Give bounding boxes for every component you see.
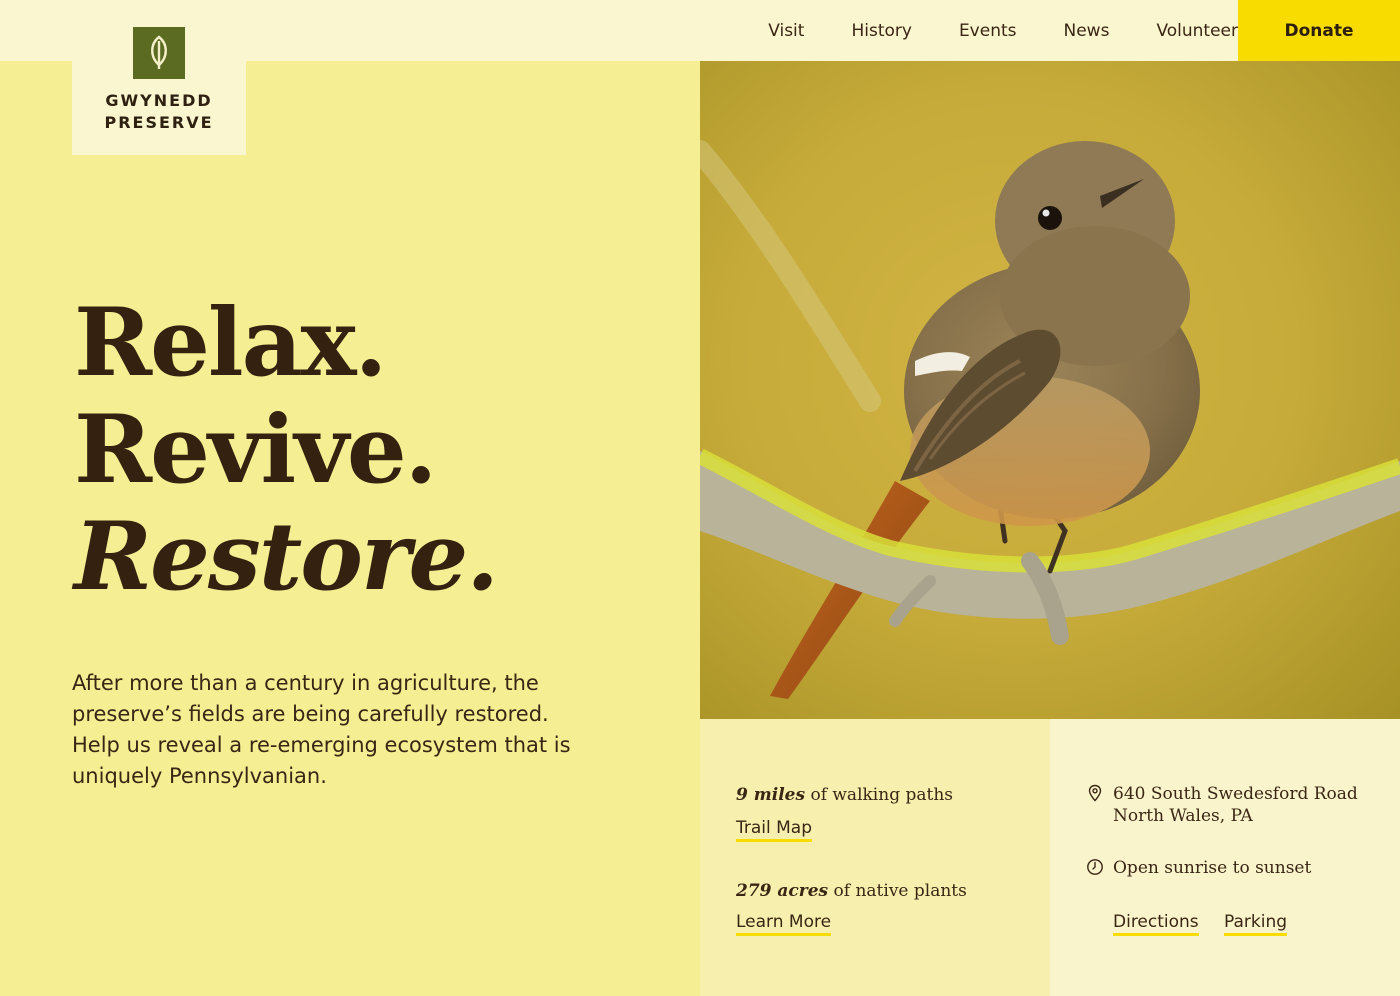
hero-intro-text: After more than a century in agriculture… bbox=[72, 671, 571, 788]
logo-text-line1: GWYNEDD bbox=[105, 91, 213, 110]
bird-on-branch-photo bbox=[700, 61, 1400, 719]
address-line-2: North Wales, PA bbox=[1113, 806, 1253, 826]
clock-icon bbox=[1087, 859, 1103, 875]
nav-history[interactable]: History bbox=[851, 21, 911, 41]
learn-more-link[interactable]: Learn More bbox=[736, 912, 832, 936]
logo-text-line2: PRESERVE bbox=[104, 113, 214, 132]
native-plants-stat: 279 acres of native plants bbox=[736, 881, 967, 901]
opening-hours: Open sunrise to sunset bbox=[1113, 858, 1312, 878]
nav-visit[interactable]: Visit bbox=[768, 21, 804, 41]
walking-paths-label: of walking paths bbox=[810, 785, 954, 805]
site-logo[interactable]: GWYNEDD PRESERVE bbox=[72, 0, 246, 155]
hero-headline: Relax. Revive. Restore. bbox=[74, 288, 499, 612]
walking-paths-stat: 9 miles of walking paths bbox=[736, 785, 953, 805]
nav-events[interactable]: Events bbox=[959, 21, 1017, 41]
headline-restore: Restore. bbox=[74, 502, 499, 612]
native-plants-value: 279 acres bbox=[736, 881, 829, 901]
stats-panel: 9 miles of walking paths Trail Map 279 a… bbox=[700, 719, 1050, 996]
parking-link[interactable]: Parking bbox=[1224, 912, 1288, 936]
native-plants-label: of native plants bbox=[833, 881, 967, 901]
donate-button[interactable]: Donate bbox=[1238, 0, 1400, 61]
headline-revive: Revive. bbox=[74, 395, 437, 505]
nav-news[interactable]: News bbox=[1064, 21, 1110, 41]
nav-volunteer[interactable]: Volunteer bbox=[1156, 21, 1238, 41]
trail-map-link[interactable]: Trail Map bbox=[736, 818, 813, 842]
map-pin-icon bbox=[1088, 784, 1102, 802]
directions-link[interactable]: Directions bbox=[1113, 912, 1199, 936]
main-nav: Visit History Events News Volunteer bbox=[721, 0, 1238, 61]
headline-relax: Relax. bbox=[74, 288, 387, 398]
visit-info-panel: 640 South Swedesford Road North Wales, P… bbox=[1050, 719, 1400, 996]
walking-paths-value: 9 miles bbox=[736, 785, 806, 805]
leaf-icon bbox=[133, 27, 185, 79]
address-line-1: 640 South Swedesford Road bbox=[1113, 784, 1358, 804]
